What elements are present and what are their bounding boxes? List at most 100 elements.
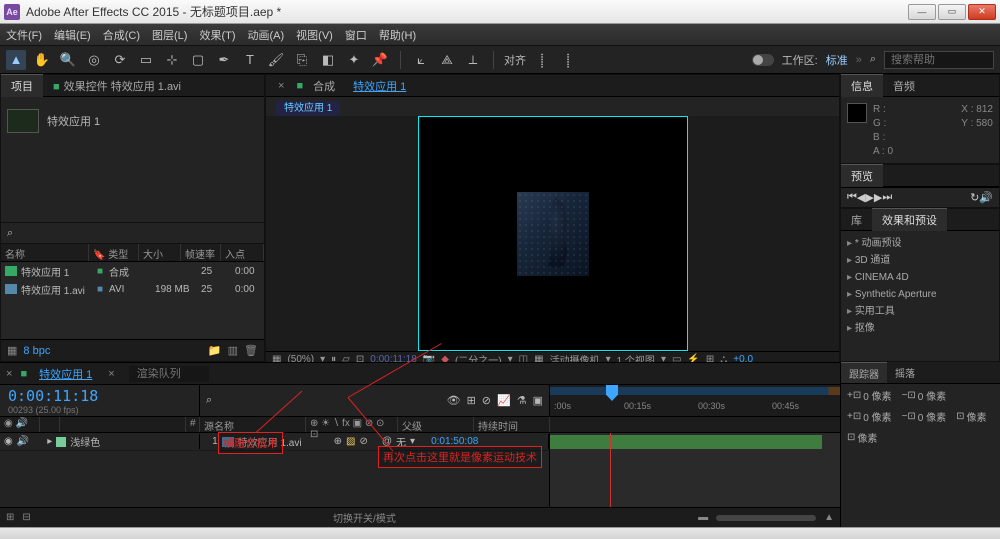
visibility-toggle[interactable]: ◉ [4, 436, 13, 447]
composition-canvas[interactable] [266, 116, 839, 351]
library-tab[interactable]: 库 [841, 209, 872, 231]
fx-category[interactable]: Synthetic Aperture [847, 286, 993, 303]
layer-color-label[interactable] [56, 437, 66, 447]
brush-tool[interactable]: 🖌 [266, 50, 286, 70]
snap-edge-icon[interactable]: ⸽ [558, 50, 578, 70]
col-size[interactable]: 大小 [139, 244, 181, 261]
menu-help[interactable]: 帮助(H) [379, 27, 416, 43]
effects-presets-tab[interactable]: 效果和预设 [872, 208, 947, 231]
toggle-switches-icon[interactable]: ⊞ [6, 512, 14, 523]
audio-tab[interactable]: 音频 [883, 75, 925, 97]
fx-category[interactable]: 抠像 [847, 320, 993, 337]
selection-tool[interactable]: ▲ [6, 50, 26, 70]
timeline-track-area[interactable] [550, 433, 840, 507]
menu-file[interactable]: 文件(F) [6, 27, 42, 43]
col-source[interactable]: 源名称 [200, 417, 306, 432]
last-frame-button[interactable]: ⏭ [882, 191, 892, 204]
brainstorm-icon[interactable]: ⚗ [517, 394, 527, 407]
layer-switch-frameblend[interactable]: ▨ [346, 436, 355, 447]
playhead-line[interactable] [610, 433, 611, 507]
first-frame-button[interactable]: ⏮ [847, 191, 857, 204]
viewer-tab-comp[interactable]: 特效应用 1 [343, 75, 416, 97]
menu-layer[interactable]: 图层(L) [152, 27, 187, 43]
col-name[interactable]: 名称 [1, 244, 89, 261]
menu-effect[interactable]: 效果(T) [199, 27, 235, 43]
layer-bar[interactable] [550, 435, 822, 449]
col-index[interactable]: # [186, 417, 200, 432]
draft3d-icon[interactable]: ▣ [533, 394, 543, 407]
viewer-breadcrumb[interactable]: 特效应用 1 [276, 101, 340, 116]
tracker-btn[interactable]: ⊡ 像素 [956, 409, 986, 424]
puppet-tool[interactable]: 📌 [370, 50, 390, 70]
project-search-input[interactable] [19, 227, 258, 239]
graph-icon[interactable]: 📈 [497, 394, 511, 407]
project-row[interactable]: 特效应用 1.avi ■ AVI 198 MB 25 0:00 [1, 280, 264, 298]
zoom-in-icon[interactable]: ▲ [824, 512, 834, 523]
toggle-switches-label[interactable]: 切换开关/模式 [39, 510, 690, 525]
new-comp-icon[interactable]: ▥ [228, 344, 238, 357]
effect-controls-tab[interactable]: ■效果控件 特效应用 1.avi [43, 75, 191, 97]
fx-category[interactable]: * 动画预设 [847, 235, 993, 252]
mute-button[interactable]: 🔊 [979, 191, 993, 204]
preview-tab[interactable]: 预览 [841, 164, 883, 187]
audio-toggle[interactable]: 🔊 [17, 436, 29, 447]
interpret-footage-icon[interactable]: ▦ [7, 344, 17, 357]
anchor-tool[interactable]: ⊹ [162, 50, 182, 70]
wiggler-tab[interactable]: 摇落 [887, 362, 923, 383]
tracker-btn[interactable]: ⊡ 像素 [847, 430, 877, 445]
video-layer-preview[interactable] [517, 192, 589, 276]
fx-category[interactable]: CINEMA 4D [847, 269, 993, 286]
tracker-btn[interactable]: −⊡ 0 像素 [902, 388, 947, 403]
shy-icon[interactable]: 👁 [447, 394, 461, 407]
clone-tool[interactable]: ⎘ [292, 50, 312, 70]
orbit-tool[interactable]: ◎ [84, 50, 104, 70]
frame-blend-master-icon[interactable]: ⊞ [467, 394, 476, 407]
shape-tool[interactable]: ▢ [188, 50, 208, 70]
roto-tool[interactable]: ✦ [344, 50, 364, 70]
timeline-tab[interactable]: 特效应用 1 [29, 363, 102, 385]
loop-button[interactable]: ↻ [970, 191, 979, 204]
axis-view-icon[interactable]: ⟂ [463, 50, 483, 70]
current-timecode[interactable]: 0:00:11:18 [8, 387, 191, 405]
play-button[interactable]: ▶ [865, 191, 873, 204]
menu-animation[interactable]: 动画(A) [248, 27, 285, 43]
ui-brightness-toggle[interactable] [752, 54, 774, 66]
next-frame-button[interactable]: ▶ [874, 191, 882, 204]
tracker-tab[interactable]: 跟踪器 [841, 362, 887, 383]
layer-switch-quality[interactable]: ⊕ [334, 436, 342, 447]
fx-category[interactable]: 3D 通道 [847, 252, 993, 269]
project-tab[interactable]: 项目 [1, 74, 43, 97]
bpc-button[interactable]: 8 bpc [23, 345, 50, 357]
maximize-button[interactable]: ▭ [938, 4, 966, 20]
playhead[interactable] [606, 385, 618, 401]
close-window-button[interactable]: ✕ [968, 4, 996, 20]
axis-local-icon[interactable]: ⟀ [411, 50, 431, 70]
menu-view[interactable]: 视图(V) [296, 27, 333, 43]
tracker-btn[interactable]: +⊡ 0 像素 [847, 409, 892, 424]
eraser-tool[interactable]: ◧ [318, 50, 338, 70]
search-icon[interactable]: ⌕ [206, 394, 212, 407]
col-parent[interactable]: 父级 [398, 417, 474, 432]
tracker-btn[interactable]: −⊡ 0 像素 [902, 409, 947, 424]
col-in[interactable]: 入点 [221, 244, 264, 261]
minimize-button[interactable]: — [908, 4, 936, 20]
expand-layer[interactable]: ▸ [47, 436, 52, 447]
new-folder-icon[interactable]: 📁 [208, 344, 222, 357]
axis-world-icon[interactable]: ⟁ [437, 50, 457, 70]
camera-tool[interactable]: ▭ [136, 50, 156, 70]
fx-category[interactable]: 实用工具 [847, 303, 993, 320]
render-queue-input[interactable] [129, 366, 209, 382]
info-tab[interactable]: 信息 [841, 74, 883, 97]
project-row[interactable]: 特效应用 1 ■ 合成 25 0:00 [1, 262, 264, 280]
zoom-slider[interactable] [716, 515, 816, 521]
zoom-out-icon[interactable]: ▬ [698, 512, 708, 523]
col-fps[interactable]: 帧速率 [181, 244, 221, 261]
snap-icon[interactable]: ⸽ [532, 50, 552, 70]
workspace-value[interactable]: 标准 [826, 52, 848, 68]
motion-blur-master-icon[interactable]: ⊘ [482, 394, 491, 407]
prev-frame-button[interactable]: ◀ [857, 191, 865, 204]
toggle-modes-icon[interactable]: ⊟ [22, 512, 30, 523]
hand-tool[interactable]: ✋ [32, 50, 52, 70]
type-tool[interactable]: T [240, 50, 260, 70]
menu-composition[interactable]: 合成(C) [103, 27, 140, 43]
